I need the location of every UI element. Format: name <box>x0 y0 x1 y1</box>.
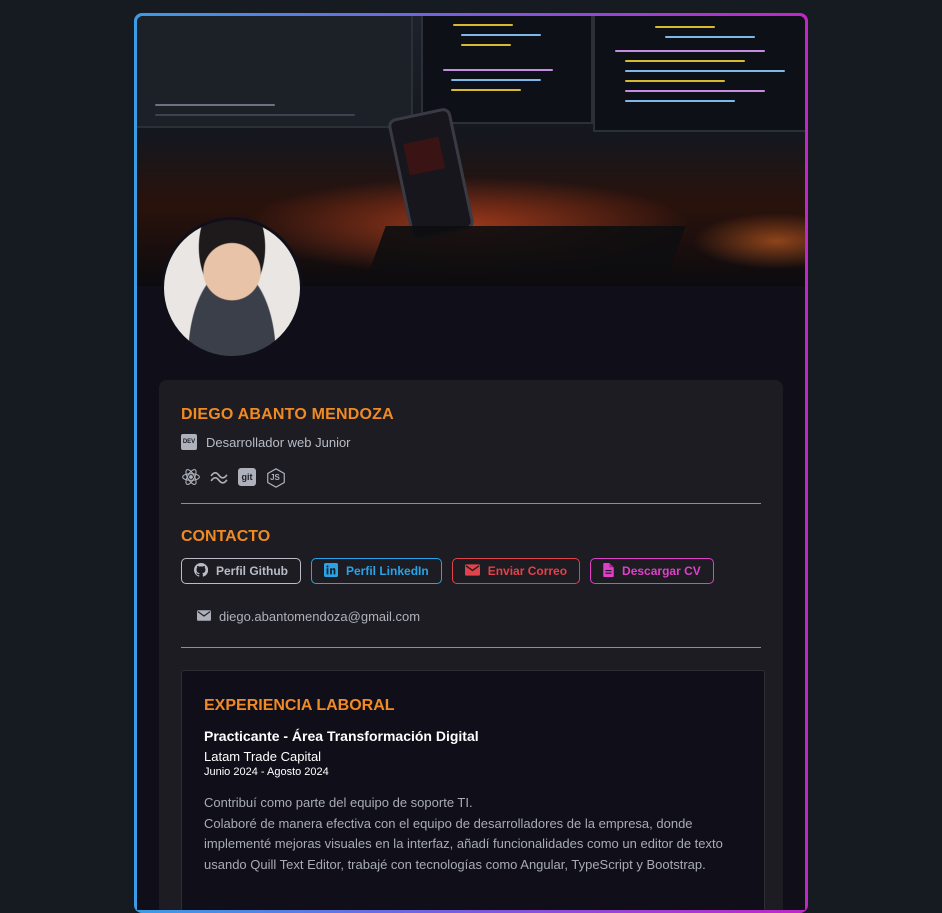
divider <box>181 503 761 504</box>
role-label: Desarrollador web Junior <box>206 434 351 450</box>
job-description: Contribuí como parte del equipo de sopor… <box>204 793 749 875</box>
experience-section: EXPERIENCIA LABORAL Practicante - Área T… <box>181 670 765 910</box>
react-icon <box>181 467 201 487</box>
github-icon <box>193 562 209 580</box>
keyboard-illustration <box>368 226 686 274</box>
file-icon <box>603 562 614 580</box>
divider <box>181 647 761 648</box>
monitor-left <box>137 16 413 128</box>
nodejs-icon: JS <box>265 467 285 488</box>
email-display: diego.abantomendoza@gmail.com <box>197 609 420 624</box>
avatar <box>161 217 303 359</box>
phone-illustration <box>386 106 476 242</box>
tech-icons: git JS <box>181 467 285 488</box>
linkedin-icon <box>324 562 338 580</box>
profile-role: DEV Desarrollador web Junior <box>181 434 351 450</box>
monitor-right <box>593 16 805 132</box>
send-email-button[interactable]: Enviar Correo <box>451 558 581 584</box>
profile-card-frame: DIEGO ABANTO MENDOZA DEV Desarrollador w… <box>134 13 808 913</box>
git-icon: git <box>237 467 257 487</box>
contact-title: CONTACTO <box>181 528 271 545</box>
profile-card: DIEGO ABANTO MENDOZA DEV Desarrollador w… <box>137 16 805 910</box>
envelope-icon <box>464 563 480 579</box>
job-title: Practicante - Área Transformación Digita… <box>204 728 479 744</box>
experience-title: EXPERIENCIA LABORAL <box>204 697 395 714</box>
profile-name: DIEGO ABANTO MENDOZA <box>181 406 394 423</box>
job-description-paragraph: Colaboré de manera efectiva con el equip… <box>204 815 723 872</box>
dev-icon: DEV <box>181 434 197 450</box>
job-description-line: Contribuí como parte del equipo de sopor… <box>204 795 473 810</box>
company-name: Latam Trade Capital <box>204 749 322 764</box>
github-button[interactable]: Perfil Github <box>181 558 301 584</box>
envelope-icon <box>197 609 211 624</box>
profile-panel: DIEGO ABANTO MENDOZA DEV Desarrollador w… <box>159 380 783 910</box>
email-address: diego.abantomendoza@gmail.com <box>219 609 421 624</box>
linkedin-button[interactable]: Perfil LinkedIn <box>311 558 442 584</box>
tailwind-icon <box>209 467 229 487</box>
monitor-center <box>421 16 593 124</box>
contact-buttons: Perfil Github Perfil LinkedIn Enviar Cor… <box>181 558 714 584</box>
job-dates: Junio 2024 - Agosto 2024 <box>204 766 329 778</box>
download-cv-button[interactable]: Descargar CV <box>590 558 714 584</box>
